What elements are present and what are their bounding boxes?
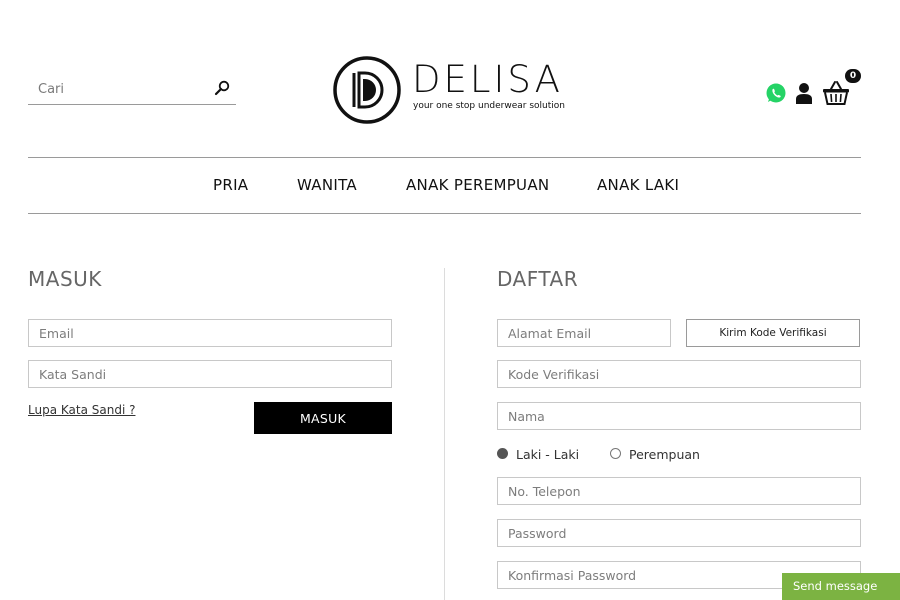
nav-item-anak-laki[interactable]: ANAK LAKI bbox=[597, 176, 679, 194]
logo-wordmark: DELISA bbox=[412, 58, 563, 101]
gender-radio-male[interactable]: Laki - Laki bbox=[497, 447, 587, 463]
nav-divider-top bbox=[28, 157, 861, 158]
whatsapp-icon[interactable] bbox=[765, 82, 787, 104]
send-verification-code-button[interactable]: Kirim Kode Verifikasi bbox=[686, 319, 860, 347]
login-title: MASUK bbox=[28, 267, 102, 291]
verification-code-field[interactable] bbox=[497, 360, 861, 388]
register-email-field[interactable] bbox=[497, 319, 671, 347]
forgot-password-link[interactable]: Lupa Kata Sandi ? bbox=[28, 403, 135, 417]
brand-logo[interactable]: DELISA your one stop underwear solution bbox=[332, 55, 565, 125]
login-password-field[interactable] bbox=[28, 360, 392, 388]
gender-label-female: Perempuan bbox=[629, 447, 700, 462]
radio-selected-icon bbox=[497, 448, 508, 459]
nav-item-pria[interactable]: PRIA bbox=[213, 176, 248, 194]
nav-item-anak-perempuan[interactable]: ANAK PEREMPUAN bbox=[406, 176, 549, 194]
radio-unselected-icon bbox=[610, 448, 621, 459]
login-email-field[interactable] bbox=[28, 319, 392, 347]
section-divider bbox=[444, 268, 445, 600]
search-input[interactable] bbox=[28, 78, 208, 100]
logo-mark-icon bbox=[333, 56, 401, 124]
search-icon[interactable] bbox=[214, 80, 230, 96]
register-title: DAFTAR bbox=[497, 267, 579, 291]
gender-radio-female[interactable]: Perempuan bbox=[610, 447, 700, 463]
phone-field[interactable] bbox=[497, 477, 861, 505]
main-nav: PRIA WANITA ANAK PEREMPUAN ANAK LAKI bbox=[0, 176, 900, 198]
register-password-field[interactable] bbox=[497, 519, 861, 547]
name-field[interactable] bbox=[497, 402, 861, 430]
nav-item-wanita[interactable]: WANITA bbox=[297, 176, 357, 194]
login-submit-button[interactable]: MASUK bbox=[254, 402, 392, 434]
gender-label-male: Laki - Laki bbox=[516, 447, 580, 462]
cart-count-badge: 0 bbox=[845, 69, 861, 83]
send-message-chat-button[interactable]: Send message bbox=[782, 573, 900, 600]
search-box bbox=[28, 74, 236, 105]
shopping-basket-icon[interactable] bbox=[822, 80, 850, 106]
nav-divider-bottom bbox=[28, 213, 861, 214]
user-account-icon[interactable] bbox=[795, 82, 813, 104]
logo-tagline: your one stop underwear solution bbox=[413, 101, 565, 111]
